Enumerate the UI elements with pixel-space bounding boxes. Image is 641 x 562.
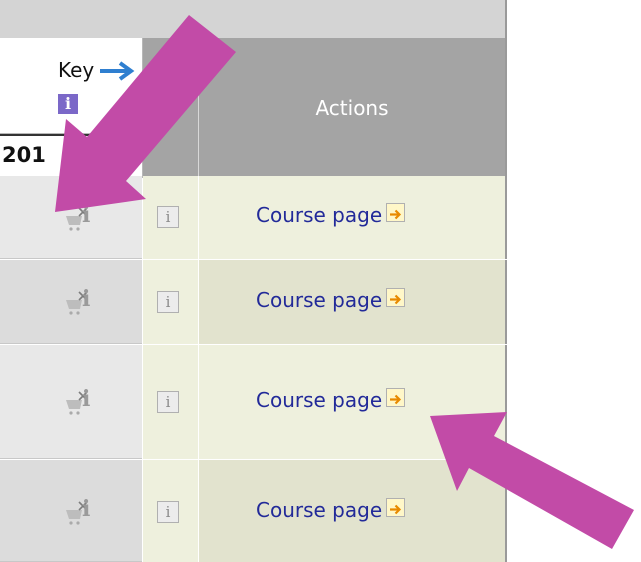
course-page-link-label: Course page (256, 203, 383, 227)
table-top-bar (0, 0, 507, 38)
course-page-link[interactable]: Course page (256, 288, 406, 312)
key-label: Key (58, 58, 95, 82)
row-actions-cell: Course page (199, 460, 505, 562)
info-icon[interactable]: i (82, 496, 90, 522)
info-icon[interactable]: i (82, 286, 90, 312)
table-row: i i Course page (0, 345, 507, 459)
row-info-cell: i (143, 260, 198, 344)
info-box-icon[interactable]: i (157, 391, 179, 413)
header-actions-column: Actions (199, 38, 507, 176)
row-actions-cell: Course page (199, 176, 505, 259)
info-icon[interactable]: i (58, 94, 78, 114)
course-page-link-label: Course page (256, 288, 383, 312)
header-info-column (143, 38, 199, 176)
course-page-link-label: Course page (256, 498, 383, 522)
info-box-icon[interactable]: i (157, 206, 179, 228)
table-row: i i Course page (0, 176, 507, 259)
key-cell: Key i (0, 38, 143, 134)
info-icon[interactable]: i (82, 386, 90, 412)
external-link-icon[interactable] (386, 288, 406, 307)
external-link-icon[interactable] (386, 498, 406, 517)
year-cell: 201 (0, 134, 143, 178)
table-row: i i Course page (0, 260, 507, 344)
info-box-icon[interactable]: i (157, 501, 179, 523)
row-actions-cell: Course page (199, 345, 505, 459)
row-info-cell: i (143, 345, 198, 459)
row-info-cell: i (143, 176, 198, 259)
row-status-cell: i (0, 176, 142, 259)
course-page-link[interactable]: Course page (256, 498, 406, 522)
row-actions-cell: Course page (199, 260, 505, 344)
row-status-cell: i (0, 345, 142, 459)
info-box-icon[interactable]: i (157, 291, 179, 313)
row-status-cell: i (0, 460, 142, 562)
year-label: 201 (2, 143, 46, 167)
right-arrow-icon (100, 61, 135, 81)
course-page-link[interactable]: Course page (256, 203, 406, 227)
external-link-icon[interactable] (386, 388, 406, 407)
course-table: Key i 201 Actions i i Course page i i Co… (0, 0, 507, 562)
course-page-link-label: Course page (256, 388, 383, 412)
info-icon[interactable]: i (82, 202, 90, 228)
course-page-link[interactable]: Course page (256, 388, 406, 412)
external-link-icon[interactable] (386, 203, 406, 222)
row-status-cell: i (0, 260, 142, 344)
row-info-cell: i (143, 460, 198, 562)
table-row: i i Course page (0, 460, 507, 562)
actions-header: Actions (315, 96, 389, 120)
